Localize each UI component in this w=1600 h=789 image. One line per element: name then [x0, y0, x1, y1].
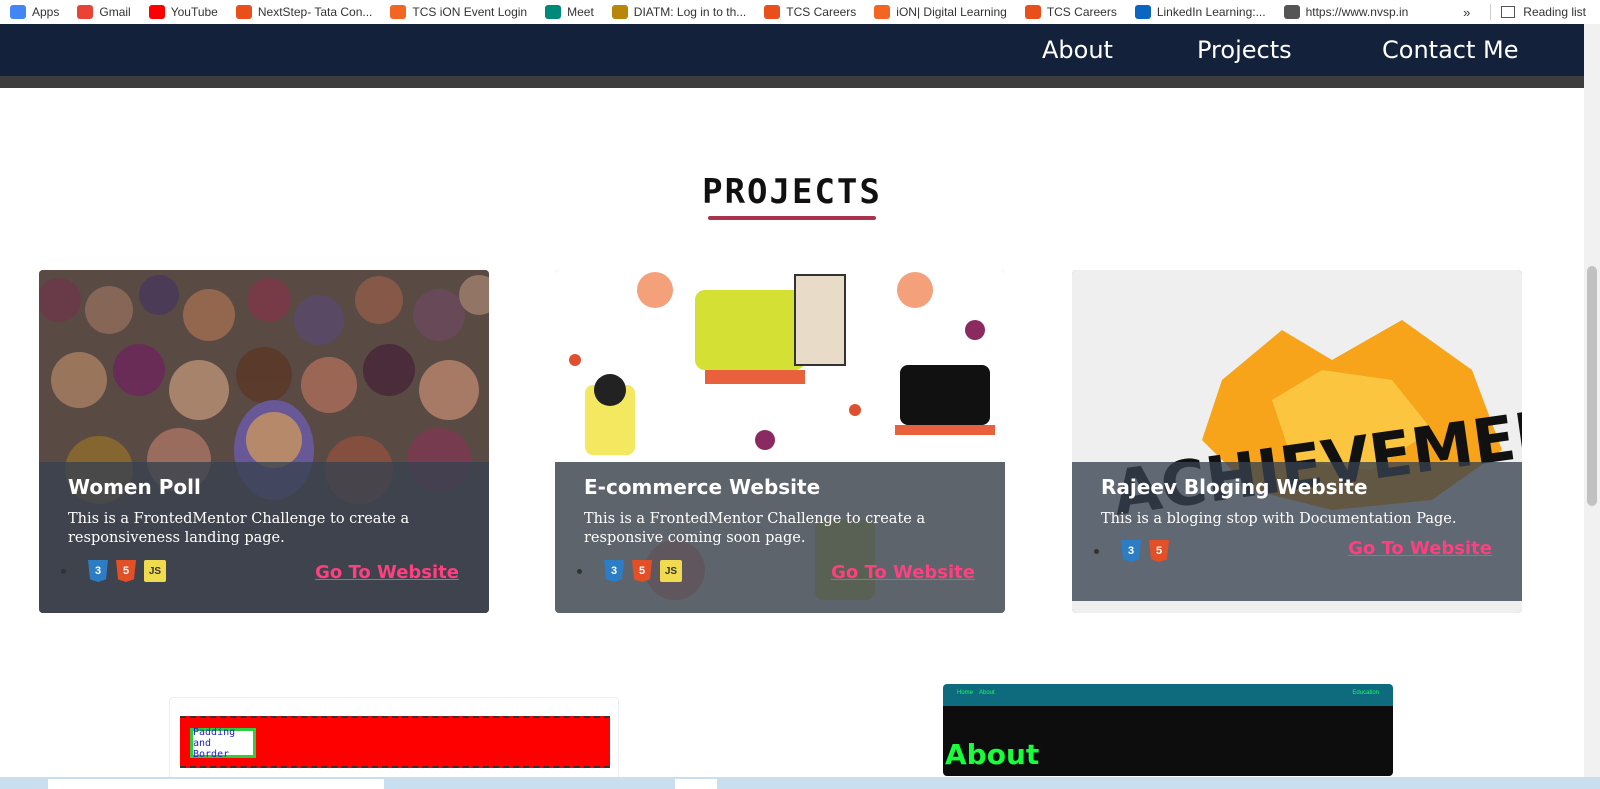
bookmark-label: Apps: [32, 5, 60, 19]
bookmarks-bar: Apps Gmail YouTube NextStep- Tata Con... TCS…: [0, 0, 1600, 24]
reading-list-button[interactable]: Reading list: [1523, 5, 1586, 19]
bookmarks-bar-right: » Reading list: [1463, 0, 1586, 24]
css3-icon: 3: [604, 560, 624, 582]
tcs-icon: [1024, 5, 1041, 19]
title-underline: [708, 216, 876, 220]
preview-nav-home: Home: [957, 690, 974, 696]
tech-list: 3 5: [1094, 540, 1177, 562]
bookmark-item[interactable]: LinkedIn Learning:...: [1134, 5, 1266, 19]
tcs-ion-icon: [874, 5, 891, 19]
nvsp-icon: [1283, 5, 1300, 19]
bookmark-item[interactable]: TCS Careers: [1024, 5, 1117, 19]
bookmark-label: Meet: [567, 5, 594, 19]
bullet: [61, 568, 66, 574]
project-title: Rajeev Bloging Website: [1101, 475, 1368, 499]
preview-nav-about: About: [979, 690, 995, 696]
bookmark-label: iON| Digital Learning: [896, 5, 1007, 19]
bullet: [577, 568, 582, 574]
red-preview-box: Padding and Border: [180, 716, 610, 768]
nav-bottom-strip: [0, 76, 1584, 88]
bookmark-item[interactable]: https://www.nvsp.in: [1283, 5, 1409, 19]
bookmark-item[interactable]: YouTube: [148, 5, 218, 19]
bottom-bar: [0, 777, 1600, 789]
gmail-icon: [77, 5, 94, 19]
bookmark-item[interactable]: NextStep- Tata Con...: [235, 5, 373, 19]
go-to-website-link[interactable]: Go To Website: [831, 562, 975, 583]
bookmark-item[interactable]: Meet: [545, 5, 594, 19]
meet-icon: [545, 5, 562, 19]
tcs-ion-icon: [390, 5, 407, 19]
apps-grid-icon: [10, 5, 26, 19]
project-card-portfolio: Home About Education About: [943, 684, 1393, 776]
project-title: Women Poll: [68, 475, 201, 499]
youtube-icon: [148, 5, 165, 19]
go-to-website-link[interactable]: Go To Website: [1348, 538, 1492, 559]
bookmark-item[interactable]: DIATM: Log in to th...: [611, 5, 747, 19]
reading-list-icon: [1501, 6, 1516, 18]
project-description: This is a bloging stop with Documentatio…: [1101, 511, 1457, 527]
project-card-blogging: ACHIEVEMENT Rajeev Bloging Website This …: [1072, 270, 1522, 613]
tech-list: 3 5 JS: [61, 560, 174, 582]
bookmark-item[interactable]: Gmail: [77, 5, 131, 19]
project-card-padding-border: Padding and Border: [169, 697, 619, 789]
tcs-icon: [235, 5, 252, 19]
bottom-bar-segment: [675, 779, 717, 789]
bookmark-label: Gmail: [99, 5, 131, 19]
bookmarks-overflow-button[interactable]: »: [1463, 5, 1470, 20]
bookmark-item[interactable]: TCS iON Event Login: [390, 5, 527, 19]
tcs-icon: [764, 5, 781, 19]
project-card-ecommerce: E-commerce Website This is a FrontedMent…: [555, 270, 1005, 613]
page-scrollbar[interactable]: [1584, 24, 1600, 777]
nav-contact-link[interactable]: Contact Me: [1382, 36, 1518, 64]
nav-projects-link[interactable]: Projects: [1197, 36, 1292, 64]
diatm-icon: [611, 5, 628, 19]
bookmark-label: https://www.nvsp.in: [1305, 5, 1409, 19]
bookmark-item[interactable]: TCS Careers: [764, 5, 856, 19]
project-description: This is a FrontedMentor Challenge to cre…: [584, 511, 926, 546]
preview-nav-education: Education: [1352, 690, 1379, 696]
html5-icon: 5: [116, 560, 136, 582]
bookmark-item[interactable]: Apps: [10, 5, 59, 19]
css3-icon: 3: [88, 560, 108, 582]
bookmark-label: TCS iON Event Login: [412, 5, 528, 19]
project-card-women-poll: Women Poll This is a FrontedMentor Chall…: [39, 270, 489, 613]
go-to-website-link[interactable]: Go To Website: [315, 562, 459, 583]
preview-about-heading: About: [945, 738, 1040, 771]
bottom-bar-segment: [48, 779, 384, 789]
css3-icon: 3: [1121, 540, 1141, 562]
linkedin-learning-icon: [1134, 5, 1151, 19]
tech-list: 3 5 JS: [577, 560, 690, 582]
html5-icon: 5: [1149, 540, 1169, 562]
project-title: E-commerce Website: [584, 475, 821, 499]
bookmark-label: TCS Careers: [1046, 5, 1117, 19]
scrollbar-thumb[interactable]: [1587, 266, 1597, 506]
bookmark-label: DIATM: Log in to th...: [633, 5, 747, 19]
bookmark-label: LinkedIn Learning:...: [1156, 5, 1266, 19]
bookmark-label: TCS Careers: [786, 5, 857, 19]
project-description: This is a FrontedMentor Challenge to cre…: [68, 511, 410, 546]
bullet: [1094, 548, 1099, 554]
javascript-icon: JS: [144, 560, 166, 582]
preview-nav-bar: Home About Education: [943, 684, 1393, 706]
nav-about-link[interactable]: About: [1042, 36, 1113, 64]
divider: [1490, 4, 1492, 20]
site-nav: About Projects Contact Me: [0, 24, 1584, 76]
html5-icon: 5: [632, 560, 652, 582]
section-title: PROJECTS: [702, 172, 882, 212]
padding-border-preview-button: Padding and Border: [190, 727, 256, 760]
javascript-icon: JS: [660, 560, 682, 582]
bookmark-item[interactable]: iON| Digital Learning: [874, 5, 1007, 19]
bookmark-label: YouTube: [170, 5, 218, 19]
bookmark-label: NextStep- Tata Con...: [257, 5, 373, 19]
